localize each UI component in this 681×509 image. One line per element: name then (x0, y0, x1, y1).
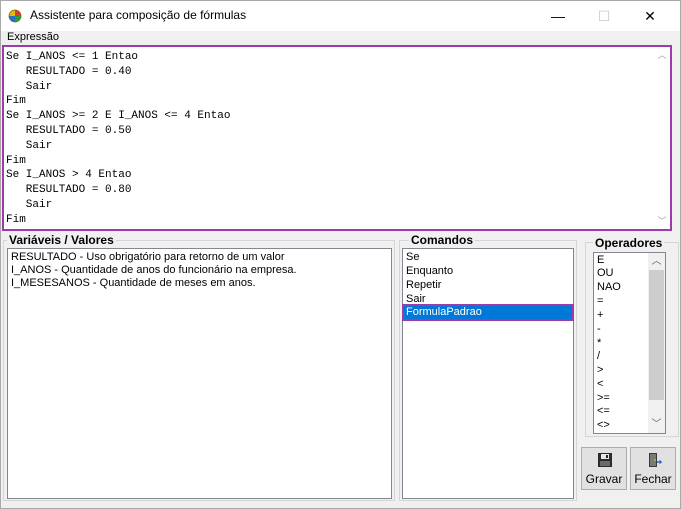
expression-text[interactable]: Se I_ANOS <= 1 Entao RESULTADO = 0.40 Sa… (6, 50, 230, 228)
exit-door-icon (649, 453, 662, 467)
list-item-repetir[interactable]: Repetir (406, 279, 441, 292)
title-bar: Assistente para composição de fórmulas —… (1, 1, 680, 31)
close-window-button[interactable]: ✕ (627, 1, 673, 31)
operators-title: Operadores (593, 236, 665, 250)
operators-list[interactable]: E OU NAO = + - * / > < >= <= <> ︿ ﹀ (593, 252, 666, 434)
editor-scrollbar[interactable]: ︿ ﹀ (654, 47, 670, 229)
close-button-label: Fechar (634, 472, 672, 486)
scroll-up-icon[interactable]: ︿ (648, 253, 665, 270)
list-item[interactable]: + (597, 309, 603, 322)
save-button-label: Gravar (585, 472, 623, 486)
save-button[interactable]: Gravar (581, 447, 627, 490)
list-item[interactable]: I_MESESANOS - Quantidade de meses em ano… (11, 277, 256, 290)
commands-list[interactable]: Se Enquanto Repetir Sair FormulaPadrao (402, 248, 574, 499)
menu-expressao[interactable]: Expressão (7, 31, 59, 43)
list-item[interactable]: I_ANOS - Quantidade de anos do funcionár… (11, 264, 297, 277)
variables-title: Variáveis / Valores (7, 233, 116, 247)
scroll-up-icon[interactable]: ︿ (654, 47, 670, 63)
variables-list[interactable]: RESULTADO - Uso obrigatório para retorno… (7, 248, 392, 499)
list-item[interactable]: E (597, 254, 604, 267)
scroll-down-icon[interactable]: ﹀ (654, 213, 670, 229)
list-item[interactable]: >= (597, 392, 610, 405)
list-item[interactable]: NAO (597, 281, 621, 294)
close-button[interactable]: Fechar (630, 447, 676, 490)
floppy-disk-icon (598, 453, 612, 467)
list-item-formulapadrao[interactable]: FormulaPadrao (402, 304, 574, 321)
app-icon (8, 9, 22, 23)
list-item-sair[interactable]: Sair (406, 293, 426, 306)
list-item[interactable]: OU (597, 267, 614, 280)
window-title: Assistente para composição de fórmulas (30, 8, 247, 22)
list-item[interactable]: <> (597, 419, 610, 432)
maximize-button[interactable]: ☐ (581, 1, 627, 31)
menu-bar: Expressão (1, 31, 680, 45)
expression-editor[interactable]: Se I_ANOS <= 1 Entao RESULTADO = 0.40 Sa… (2, 45, 672, 231)
list-item[interactable]: - (597, 323, 601, 336)
scroll-down-icon[interactable]: ﹀ (648, 416, 665, 433)
operators-scrollbar[interactable]: ︿ ﹀ (648, 253, 665, 433)
list-item[interactable]: RESULTADO - Uso obrigatório para retorno… (11, 251, 284, 264)
list-item[interactable]: <= (597, 405, 610, 418)
formula-assistant-window: Assistente para composição de fórmulas —… (0, 0, 681, 509)
list-item-enquanto[interactable]: Enquanto (406, 265, 453, 278)
list-item[interactable]: * (597, 337, 601, 350)
list-item-se[interactable]: Se (406, 251, 419, 264)
scroll-thumb[interactable] (649, 270, 664, 400)
commands-title: Comandos (409, 233, 476, 247)
list-item[interactable]: > (597, 364, 603, 377)
list-item[interactable]: / (597, 350, 600, 363)
list-item[interactable]: = (597, 295, 603, 308)
minimize-button[interactable]: — (535, 1, 581, 31)
list-item[interactable]: < (597, 378, 603, 391)
